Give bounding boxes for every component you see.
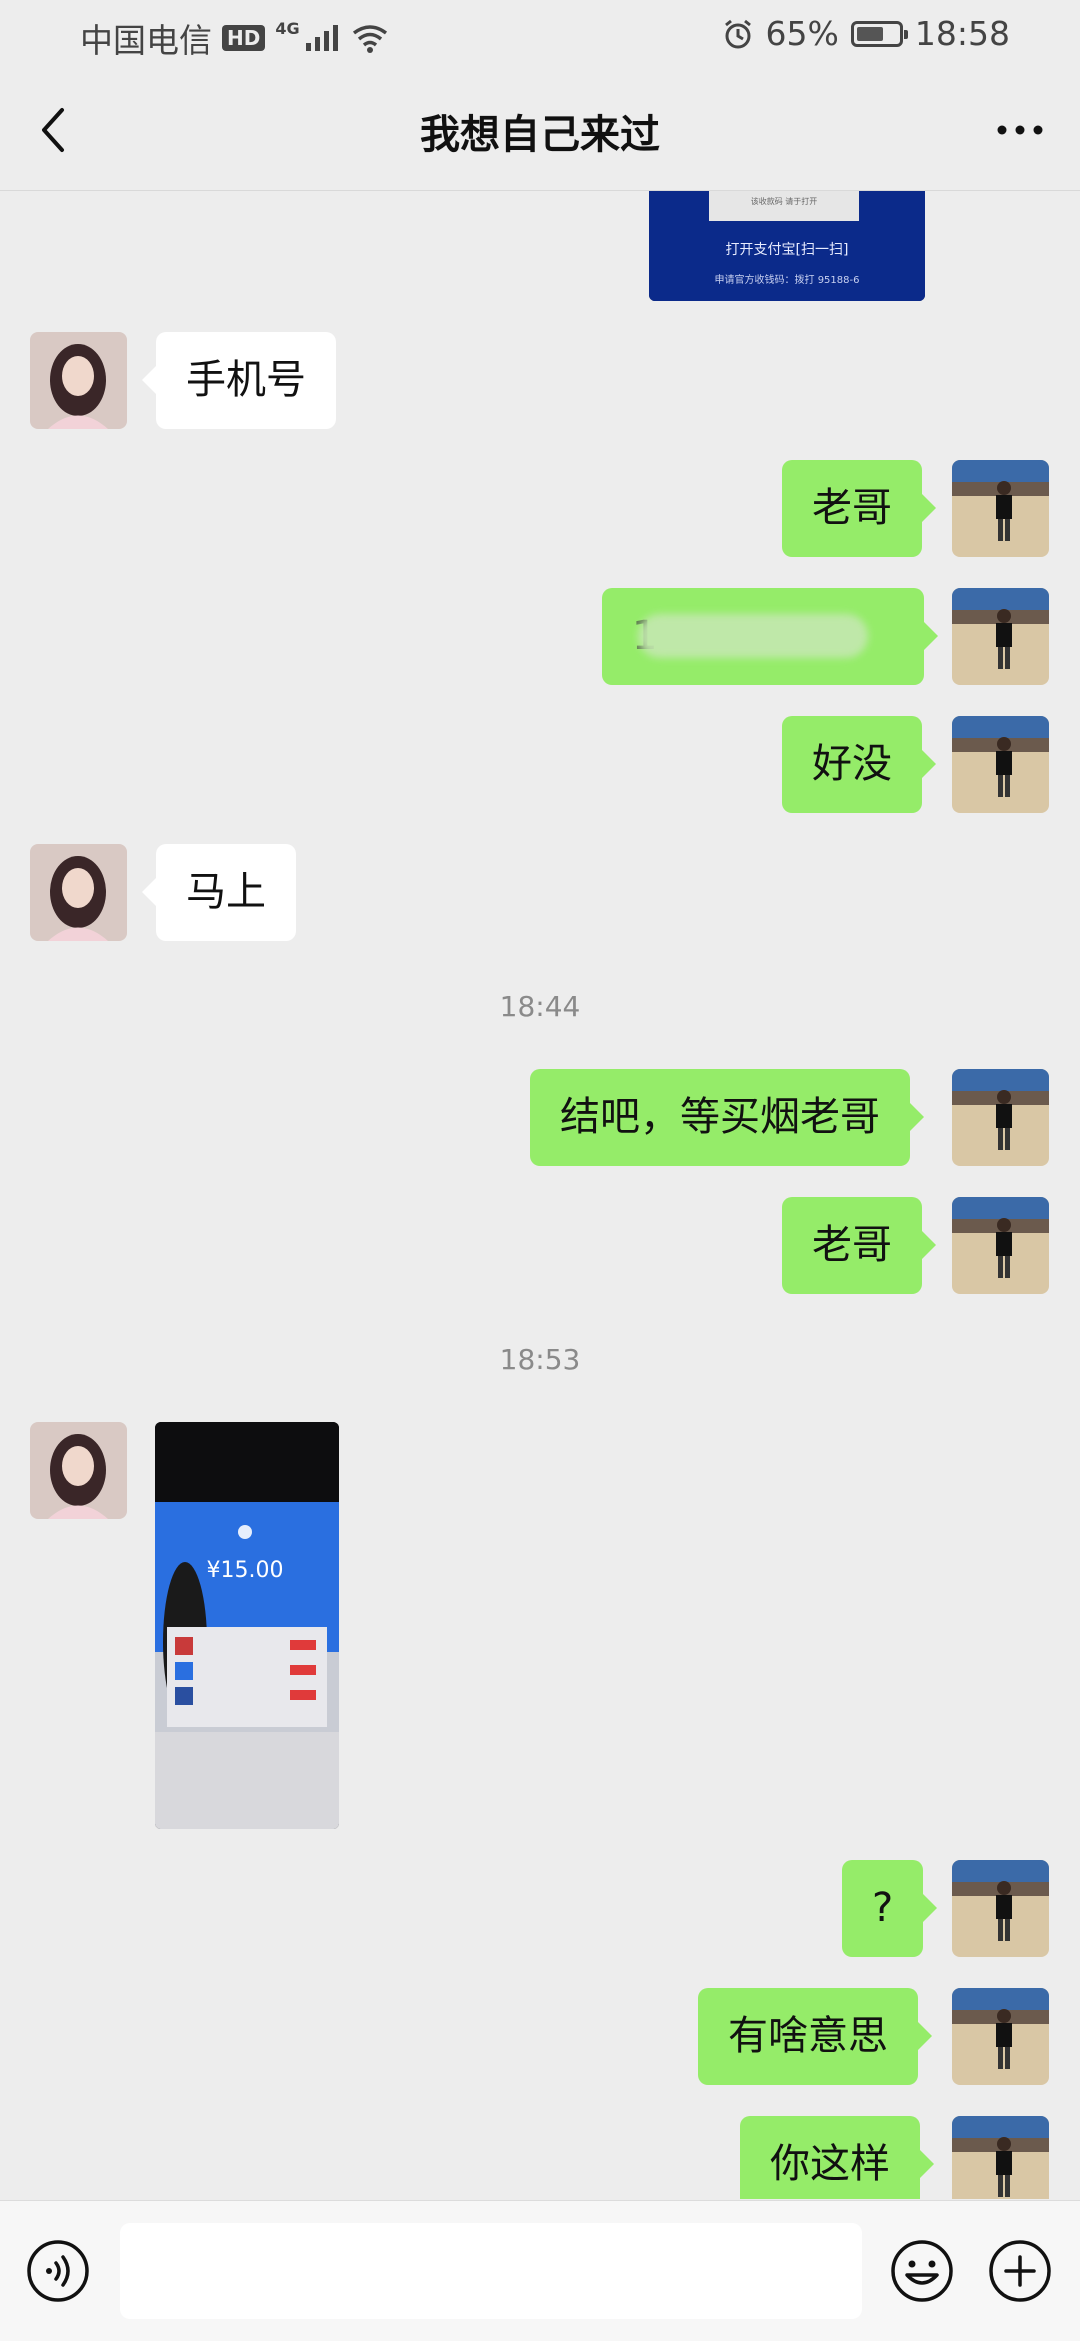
chat-title: 我想自己来过 [420,112,660,158]
clock: 18:58 [914,14,1010,53]
contact-avatar[interactable] [30,332,127,429]
status-bar: 中国电信 HD 4G 65% 18:58 [0,0,1080,72]
signal-icon [305,25,338,51]
payment-screen-photo: ¥15.00 [155,1422,339,1829]
message-outgoing[interactable]: 你这样 [740,2116,934,2199]
more-functions-button[interactable] [988,2239,1052,2303]
message-outgoing[interactable]: 有啥意思 [698,1988,932,2085]
blurred-phone-number [638,614,868,658]
my-avatar[interactable] [952,1197,1049,1294]
carrier-label: 中国电信 [80,21,212,60]
timestamp: 18:53 [499,1343,581,1376]
more-icon [997,125,1043,135]
wifi-icon [352,25,387,53]
my-avatar[interactable] [952,2116,1049,2199]
message-input[interactable] [120,2223,862,2319]
message-outgoing[interactable]: 老哥 [782,460,936,557]
alarm-icon [724,19,751,48]
more-button[interactable] [990,102,1050,158]
svg-text:申请官方收钱码：拨打 95188-6: 申请官方收钱码：拨打 95188-6 [715,273,860,286]
hd-badge: HD [222,25,266,51]
message-outgoing[interactable]: 结吧，等买烟老哥 [530,1069,924,1166]
svg-text:该收款码 请于打开: 该收款码 请于打开 [751,196,818,206]
svg-text:¥15.00: ¥15.00 [207,1558,284,1583]
image-message-payment[interactable]: ¥15.00 [155,1422,339,1829]
message-list[interactable]: 该收款码 请于打开 打开支付宝[扫一扫] 申请官方收钱码：拨打 95188-6 … [0,191,1080,2199]
battery-percent: 65% [765,14,839,53]
message-incoming[interactable]: 马上 [142,844,296,941]
svg-text:打开支付宝[扫一扫]: 打开支付宝[扫一扫] [726,241,849,258]
message-outgoing[interactable]: 老哥 [782,1197,936,1294]
timestamp: 18:44 [499,990,581,1023]
emoji-button[interactable] [890,2239,954,2303]
voice-icon [27,2240,89,2302]
my-avatar[interactable] [952,716,1049,813]
my-avatar[interactable] [952,588,1049,685]
battery-icon [850,20,908,47]
emoji-icon [891,2240,953,2302]
qr-screen-photo: 该收款码 请于打开 打开支付宝[扫一扫] 申请官方收钱码：拨打 95188-6 [649,191,925,301]
plus-icon [989,2240,1051,2302]
contact-avatar[interactable] [30,1422,127,1519]
network-label: 4G [275,18,300,38]
chat-header: 我想自己来过 [0,72,1080,191]
my-avatar[interactable] [952,1069,1049,1166]
my-avatar[interactable] [952,1988,1049,2085]
my-avatar[interactable] [952,460,1049,557]
message-incoming[interactable]: 手机号 [142,332,336,429]
message-outgoing[interactable]: 好没 [782,716,936,813]
my-avatar[interactable] [952,1860,1049,1957]
message-outgoing-phone-number[interactable]: 1 [602,588,938,685]
image-message-qr[interactable]: 该收款码 请于打开 打开支付宝[扫一扫] 申请官方收钱码：拨打 95188-6 [649,191,925,301]
status-right: 65% 18:58 [722,14,1010,53]
input-bar [0,2200,1080,2341]
message-outgoing[interactable]: ? [842,1860,938,1957]
battery-fill [856,26,883,41]
contact-avatar[interactable] [30,844,127,941]
voice-button[interactable] [26,2239,90,2303]
status-left: 中国电信 HD 4G [80,14,390,62]
